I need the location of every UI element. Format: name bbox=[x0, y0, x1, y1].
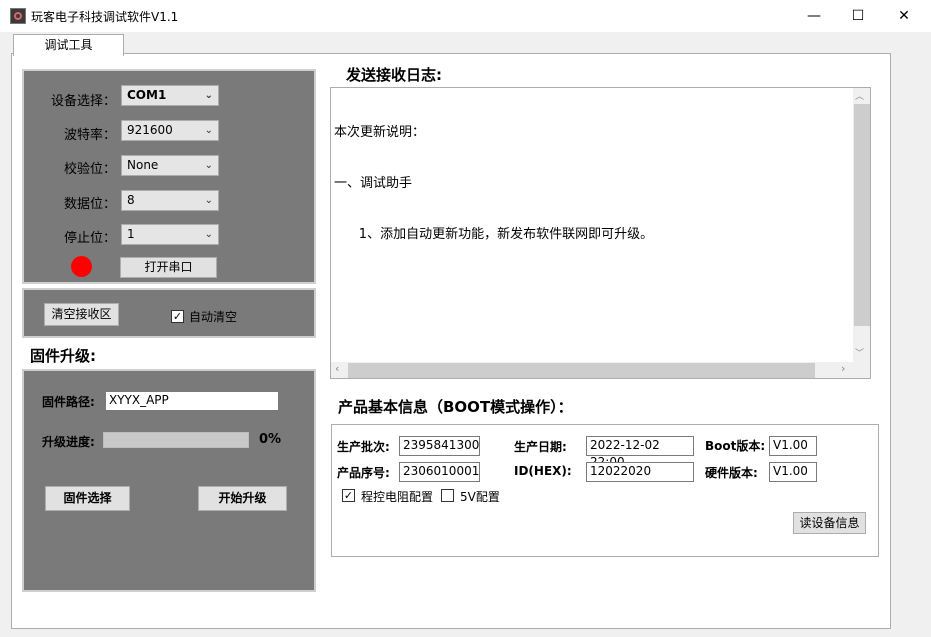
parity-select-value: None bbox=[127, 158, 159, 172]
product-section-title: 产品基本信息（BOOT模式操作）： bbox=[338, 398, 573, 416]
minimize-button[interactable]: — bbox=[791, 0, 837, 32]
log-horizontal-scroll-thumb[interactable] bbox=[348, 363, 815, 378]
baud-select-value: 921600 bbox=[127, 123, 173, 137]
progress-percent: 0% bbox=[259, 432, 282, 447]
start-upgrade-button[interactable]: 开始升级 bbox=[198, 486, 287, 511]
databits-select[interactable]: 8 ⌄ bbox=[121, 190, 219, 211]
checkmark-icon: ✓ bbox=[172, 310, 183, 323]
baud-select[interactable]: 921600 ⌄ bbox=[121, 120, 219, 141]
parity-select[interactable]: None ⌄ bbox=[121, 155, 219, 176]
log-vertical-scroll-thumb[interactable] bbox=[854, 104, 870, 326]
device-select[interactable]: COM1 ⌄ bbox=[121, 85, 219, 106]
log-title: 发送接收日志: bbox=[346, 66, 442, 84]
resistor-config-checkbox[interactable]: ✓ bbox=[342, 489, 355, 502]
date-label: 生产日期: bbox=[514, 440, 567, 454]
auto-clear-checkbox[interactable]: ✓ bbox=[171, 310, 184, 323]
scroll-up-icon[interactable]: ︿ bbox=[855, 89, 864, 102]
device-label: 设备选择： bbox=[50, 94, 116, 109]
hardware-version-input[interactable]: V1.00 bbox=[769, 462, 817, 482]
serial-number-input[interactable]: 2306010001 bbox=[399, 462, 480, 482]
tab-debug-tools[interactable]: 调试工具 bbox=[13, 34, 124, 56]
resistor-config-label: 程控电阻配置 bbox=[361, 490, 434, 504]
chevron-down-icon: ⌄ bbox=[204, 125, 213, 136]
baud-label: 波特率： bbox=[63, 128, 116, 143]
device-select-value: COM1 bbox=[127, 88, 167, 102]
scroll-left-icon[interactable]: ‹ bbox=[335, 362, 339, 375]
databits-label: 数据位： bbox=[63, 197, 116, 212]
port-status-indicator bbox=[71, 256, 92, 277]
batch-input[interactable]: 2395841300 bbox=[399, 436, 480, 456]
5v-config-checkbox[interactable] bbox=[441, 489, 454, 502]
scroll-right-icon[interactable]: › bbox=[841, 362, 845, 375]
progress-label: 升级进度: bbox=[42, 435, 95, 449]
window-title: 玩客电子科技调试软件V1.1 bbox=[31, 10, 179, 24]
log-line: 1、添加自动更新功能，新发布软件联网即可升级。 bbox=[334, 227, 654, 242]
clear-receive-button[interactable]: 清空接收区 bbox=[44, 303, 119, 326]
databits-select-value: 8 bbox=[127, 193, 135, 207]
id-hex-label: ID(HEX): bbox=[514, 464, 572, 478]
maximize-button[interactable]: ☐ bbox=[835, 0, 881, 32]
firmware-path-label: 固件路径: bbox=[42, 395, 95, 409]
stopbits-select[interactable]: 1 ⌄ bbox=[121, 224, 219, 245]
serial-number-label: 产品序号: bbox=[337, 466, 390, 480]
firmware-path-input[interactable]: XYYX_APP bbox=[105, 391, 279, 411]
scroll-down-icon[interactable]: ﹀ bbox=[855, 346, 864, 359]
batch-label: 生产批次: bbox=[337, 440, 390, 454]
chevron-down-icon: ⌄ bbox=[204, 90, 213, 101]
checkmark-icon: ✓ bbox=[343, 489, 354, 502]
log-content: 本次更新说明： 一、调试助手 1、添加自动更新功能，新发布软件联网即可升级。 bbox=[334, 90, 653, 260]
upgrade-progress-bar bbox=[103, 432, 249, 448]
firmware-select-button[interactable]: 固件选择 bbox=[45, 486, 130, 511]
date-input[interactable]: 2022-12-02 22:00 bbox=[586, 436, 694, 469]
log-line: 一、调试助手 bbox=[334, 176, 413, 191]
app-icon bbox=[10, 8, 26, 24]
read-device-info-button[interactable]: 读设备信息 bbox=[793, 512, 866, 534]
boot-version-label: Boot版本: bbox=[705, 439, 766, 453]
boot-version-input[interactable]: V1.00 bbox=[769, 436, 817, 456]
hardware-version-label: 硬件版本: bbox=[705, 466, 758, 480]
chevron-down-icon: ⌄ bbox=[204, 160, 213, 171]
stopbits-label: 停止位： bbox=[63, 231, 116, 246]
5v-config-label: 5V配置 bbox=[460, 490, 500, 504]
chevron-down-icon: ⌄ bbox=[204, 229, 213, 240]
open-port-button[interactable]: 打开串口 bbox=[120, 257, 217, 278]
chevron-down-icon: ⌄ bbox=[204, 195, 213, 206]
auto-clear-label: 自动清空 bbox=[189, 310, 238, 324]
close-button[interactable]: ✕ bbox=[881, 0, 927, 32]
log-line: 本次更新说明： bbox=[334, 125, 426, 140]
id-hex-input[interactable]: 12022020 bbox=[586, 462, 694, 482]
stopbits-select-value: 1 bbox=[127, 227, 135, 241]
firmware-section-title: 固件升级: bbox=[30, 347, 96, 365]
parity-label: 校验位： bbox=[63, 162, 116, 177]
